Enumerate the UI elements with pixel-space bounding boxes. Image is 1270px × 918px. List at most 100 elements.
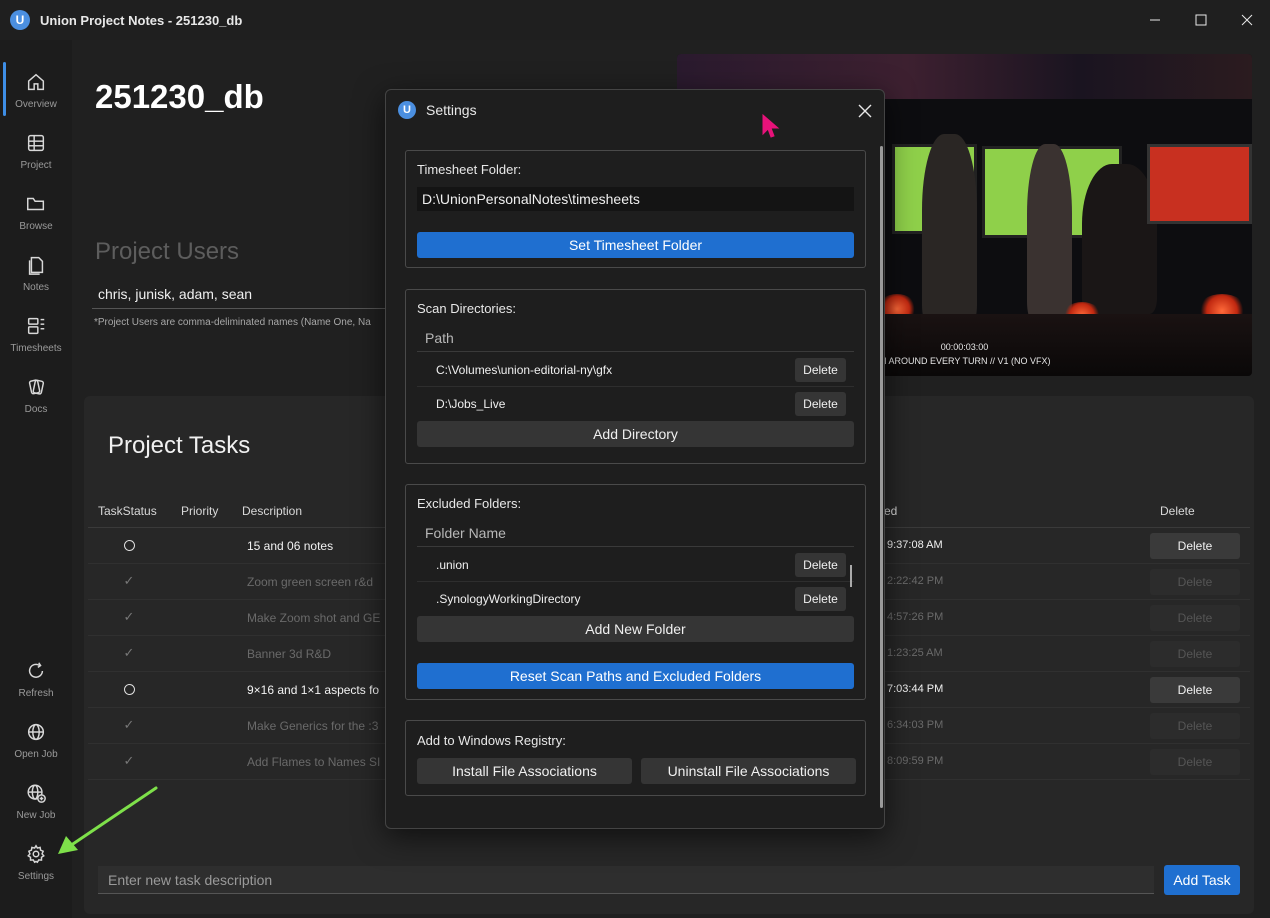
dialog-logo: U	[398, 101, 416, 119]
task-description: Make Zoom shot and GE	[247, 611, 381, 625]
tasks-heading: Project Tasks	[108, 432, 251, 459]
delete-task-button[interactable]: Delete	[1150, 569, 1240, 595]
status-done-icon[interactable]: ✓	[122, 573, 136, 588]
column-header-status[interactable]: TaskStatus	[98, 504, 157, 518]
excluded-folder-text: .union	[436, 558, 469, 572]
project-users-input[interactable]: chris, junisk, adam, sean	[98, 286, 252, 302]
task-description: Zoom green screen r&d	[247, 575, 374, 589]
add-directory-button[interactable]: Add Directory	[417, 421, 854, 447]
delete-task-button[interactable]: Delete	[1150, 605, 1240, 631]
add-new-folder-button[interactable]: Add New Folder	[417, 616, 854, 642]
home-icon	[27, 73, 45, 90]
task-completed-time: 7:03:44 PM	[887, 683, 944, 695]
add-task-button[interactable]: Add Task	[1164, 865, 1240, 895]
status-done-icon[interactable]: ✓	[122, 753, 136, 768]
task-completed-time: 2:22:42 PM	[887, 575, 944, 587]
column-header-completed[interactable]: ed	[884, 504, 897, 518]
folder-icon	[27, 197, 45, 210]
dialog-title: Settings	[426, 102, 477, 118]
delete-task-button[interactable]: Delete	[1150, 677, 1240, 703]
status-open-icon[interactable]	[124, 540, 135, 551]
video-caption: N AROUND EVERY TURN // V1 (NO VFX)	[880, 356, 1051, 366]
column-header-priority[interactable]: Priority	[181, 504, 218, 518]
list-item[interactable]: .SynologyWorkingDirectory Delete	[417, 582, 854, 616]
scan-directories-label: Scan Directories:	[417, 301, 516, 316]
nav-label: Settings	[17, 870, 55, 882]
delete-task-button[interactable]: Delete	[1150, 533, 1240, 559]
window-controls	[1132, 0, 1270, 40]
task-description: Add Flames to Names SI	[247, 755, 381, 769]
set-timesheet-folder-button[interactable]: Set Timesheet Folder	[417, 232, 854, 258]
column-header-description[interactable]: Description	[242, 504, 302, 518]
task-completed-time: 8:09:59 PM	[887, 755, 944, 767]
task-description: 15 and 06 notes	[247, 539, 334, 553]
timesheet-label: Timesheet Folder:	[417, 162, 522, 177]
nav-open-job[interactable]: Open Job	[0, 710, 72, 770]
nav-label: Browse	[19, 220, 53, 232]
arrow-annotation-icon	[58, 786, 158, 854]
task-completed-time: 9:37:08 AM	[887, 539, 943, 551]
list-item[interactable]: D:\Jobs_Live Delete	[417, 387, 854, 421]
delete-scan-path-button[interactable]: Delete	[795, 358, 846, 382]
status-done-icon[interactable]: ✓	[122, 645, 136, 660]
task-completed-time: 1:23:25 AM	[887, 647, 943, 659]
nav-label: Project	[20, 159, 52, 171]
dialog-scrollbar[interactable]	[880, 146, 883, 808]
nav-timesheets[interactable]: Timesheets	[0, 304, 72, 364]
delete-excluded-folder-button[interactable]: Delete	[795, 587, 846, 611]
scan-path-text: C:\Volumes\union-editorial-ny\gfx	[436, 363, 613, 377]
nav-overview[interactable]: Overview	[0, 60, 72, 120]
settings-dialog: U Settings Timesheet Folder: D:\UnionPer…	[385, 89, 885, 829]
docs-icon	[28, 378, 45, 395]
title-bar: U Union Project Notes - 251230_db	[0, 0, 1270, 40]
reset-scan-paths-button[interactable]: Reset Scan Paths and Excluded Folders	[417, 663, 854, 689]
list-item[interactable]: C:\Volumes\union-editorial-ny\gfx Delete	[417, 353, 854, 387]
delete-task-button[interactable]: Delete	[1150, 641, 1240, 667]
nav-browse[interactable]: Browse	[0, 182, 72, 242]
task-description: 9×16 and 1×1 aspects fo	[247, 683, 380, 697]
task-description: Make Generics for the :3	[247, 719, 379, 733]
delete-task-button[interactable]: Delete	[1150, 713, 1240, 739]
close-window-button[interactable]	[1224, 0, 1270, 40]
task-completed-time: 4:57:26 PM	[887, 611, 944, 623]
delete-scan-path-button[interactable]: Delete	[795, 392, 846, 416]
input-underline	[92, 308, 392, 309]
scan-path-text: D:\Jobs_Live	[436, 397, 506, 411]
gear-icon	[27, 843, 45, 863]
install-file-associations-button[interactable]: Install File Associations	[417, 758, 632, 784]
uninstall-file-associations-button[interactable]: Uninstall File Associations	[641, 758, 856, 784]
timesheet-path-field[interactable]: D:\UnionPersonalNotes\timesheets	[417, 187, 854, 211]
video-arcade-cabinet	[1147, 144, 1252, 224]
maximize-button[interactable]	[1178, 0, 1224, 40]
nav-label: Overview	[15, 98, 57, 110]
video-figure	[1027, 144, 1072, 319]
project-users-note: *Project Users are comma-deliminated nam…	[94, 317, 371, 328]
delete-task-button[interactable]: Delete	[1150, 749, 1240, 775]
nav-project[interactable]: Project	[0, 121, 72, 181]
nav-docs[interactable]: Docs	[0, 365, 72, 425]
delete-excluded-folder-button[interactable]: Delete	[795, 553, 846, 577]
minimize-icon	[1150, 19, 1160, 21]
dialog-close-button[interactable]	[852, 98, 878, 124]
status-done-icon[interactable]: ✓	[122, 609, 136, 624]
window-title: Union Project Notes - 251230_db	[40, 12, 243, 28]
nav-refresh[interactable]: Refresh	[0, 649, 72, 709]
excluded-list-scrollbar[interactable]	[850, 565, 852, 587]
video-figure	[1082, 164, 1157, 314]
notes-icon	[28, 256, 44, 275]
nav-notes[interactable]: Notes	[0, 243, 72, 303]
excluded-folders-group: Excluded Folders: Folder Name .union Del…	[405, 484, 866, 700]
mouse-cursor-icon	[762, 114, 780, 138]
status-open-icon[interactable]	[124, 684, 135, 695]
new-task-input[interactable]	[98, 866, 1154, 894]
excluded-folders-label: Excluded Folders:	[417, 496, 522, 511]
column-header-delete[interactable]: Delete	[1160, 504, 1195, 518]
timesheet-icon	[27, 317, 45, 334]
list-item[interactable]: .union Delete	[417, 548, 854, 582]
nav-label: Docs	[24, 403, 48, 415]
timesheet-group: Timesheet Folder: D:\UnionPersonalNotes\…	[405, 150, 866, 268]
globe-icon	[27, 723, 45, 740]
minimize-button[interactable]	[1132, 0, 1178, 40]
app-logo: U	[10, 10, 30, 30]
status-done-icon[interactable]: ✓	[122, 717, 136, 732]
